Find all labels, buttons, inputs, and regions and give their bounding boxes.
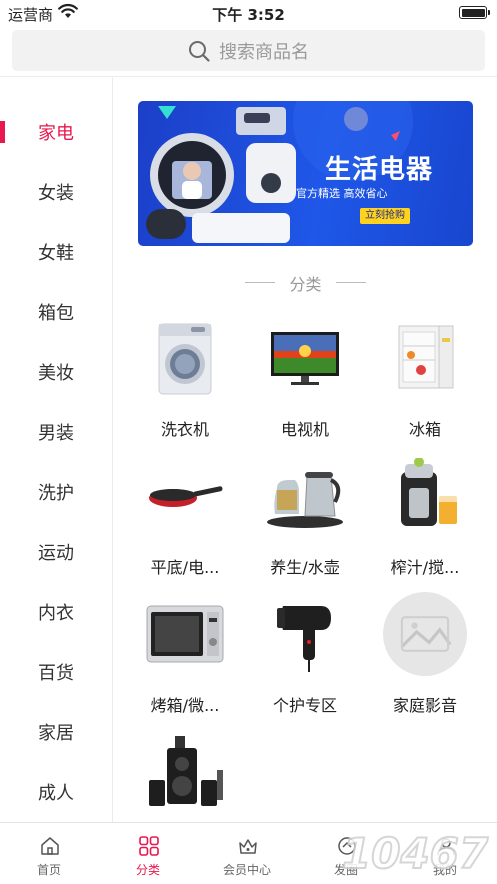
sidebar-item-label: 家居	[38, 723, 74, 744]
section-title: 分类	[289, 275, 322, 294]
clock: 下午 3:52	[212, 6, 285, 24]
sidebar-item-label: 家电	[38, 123, 74, 144]
search-bar[interactable]: 搜索商品名	[12, 30, 485, 71]
category-item-microwave[interactable]: 烤箱/微...	[130, 596, 240, 726]
sidebar-item-adult[interactable]: 成人	[0, 761, 112, 821]
category-item-home-theater[interactable]: 家庭影音	[370, 592, 480, 726]
svg-text:10467: 10467	[342, 829, 489, 878]
divider	[336, 282, 366, 283]
category-item-label: 个护专区	[272, 696, 337, 715]
category-item-label: 榨汁/搅...	[390, 558, 460, 577]
sidebar-item-label: 箱包	[38, 303, 74, 324]
sidebar-item-womens-clothing[interactable]: 女装	[0, 161, 112, 221]
sidebar-item-label: 百货	[38, 663, 74, 684]
category-icon	[139, 836, 159, 856]
microwave-icon	[146, 605, 224, 663]
tab-label: 首页	[36, 863, 61, 877]
sidebar-item-bags[interactable]: 箱包	[0, 281, 112, 341]
category-item-kettle[interactable]: 养生/水壶	[250, 458, 360, 588]
tab-label: 会员中心	[222, 863, 271, 877]
sidebar-item-womens-shoes[interactable]: 女鞋	[0, 221, 112, 281]
television-icon	[271, 332, 339, 385]
crown-icon	[239, 839, 257, 854]
sidebar-item-personal-care[interactable]: 洗护	[0, 461, 112, 521]
category-item-washing-machine[interactable]: 洗衣机	[130, 320, 240, 450]
juicer-icon	[401, 458, 457, 526]
section-header: 分类	[138, 271, 473, 294]
image-placeholder-icon	[383, 592, 467, 676]
sidebar-item-home[interactable]: 家居	[0, 701, 112, 761]
category-item-label: 养生/水壶	[270, 558, 340, 577]
category-item-television[interactable]: 电视机	[250, 320, 360, 450]
tab-label: 分类	[135, 863, 160, 877]
category-item-label: 平底/电...	[150, 558, 220, 577]
sidebar-item-mens-clothing[interactable]: 男装	[0, 401, 112, 461]
tab-home[interactable]: 首页	[0, 823, 98, 884]
battery-icon	[459, 6, 490, 19]
banner-title: 生活电器	[325, 155, 434, 185]
category-item-juicer[interactable]: 榨汁/搅...	[370, 458, 480, 588]
search-icon	[189, 40, 210, 62]
category-item-refrigerator[interactable]: 冰箱	[370, 320, 480, 450]
sidebar-item-label: 男装	[38, 423, 74, 444]
sidebar-item-appliances[interactable]: 家电	[0, 101, 112, 161]
sidebar-item-label: 内衣	[38, 603, 74, 624]
category-item-label: 家庭影音	[392, 696, 457, 715]
sidebar-item-beauty[interactable]: 美妆	[0, 341, 112, 401]
banner-subtitle: 官方精选 高效省心	[296, 187, 388, 200]
buy-now-button[interactable]: 立刻抢购	[360, 208, 410, 224]
divider	[245, 282, 275, 283]
sidebar-item-general-goods[interactable]: 百货	[0, 641, 112, 701]
category-sidebar: 家电 女装 女鞋 箱包 美妆 男装 洗护 运动 内衣 百货 家居 成人	[0, 77, 113, 822]
category-item-label: 洗衣机	[160, 420, 209, 439]
sidebar-item-label: 美妆	[38, 363, 74, 384]
washing-machine-icon	[158, 323, 212, 395]
category-item-label: 冰箱	[408, 420, 441, 439]
tab-member-center[interactable]: 会员中心	[198, 823, 296, 884]
category-item-hair-dryer[interactable]: 个护专区	[250, 596, 360, 726]
promo-banner[interactable]: 生活电器 官方精选 高效省心 立刻抢购	[138, 101, 473, 246]
hair-dryer-icon	[277, 606, 331, 672]
sidebar-item-label: 女装	[38, 183, 74, 204]
site-watermark-logo: 10467	[341, 828, 490, 878]
frying-pan-icon	[149, 486, 223, 507]
category-item-label: 电视机	[280, 420, 329, 439]
category-item-frying-pan[interactable]: 平底/电...	[130, 458, 240, 588]
home-icon	[41, 837, 59, 855]
sidebar-item-sports[interactable]: 运动	[0, 521, 112, 581]
search-placeholder[interactable]: 搜索商品名	[219, 38, 309, 64]
sidebar-item-label: 洗护	[38, 483, 74, 504]
sidebar-item-label: 成人	[38, 783, 74, 804]
sidebar-item-label: 运动	[38, 543, 74, 564]
tab-category[interactable]: 分类	[99, 823, 197, 884]
kettle-icon	[267, 472, 343, 528]
refrigerator-icon	[398, 325, 454, 389]
sidebar-item-label: 女鞋	[38, 243, 74, 264]
sidebar-item-underwear[interactable]: 内衣	[0, 581, 112, 641]
speakers-icon	[149, 736, 223, 806]
status-bar: 运营商 下午 3:52	[0, 0, 497, 28]
category-item-label: 烤箱/微...	[150, 696, 220, 715]
